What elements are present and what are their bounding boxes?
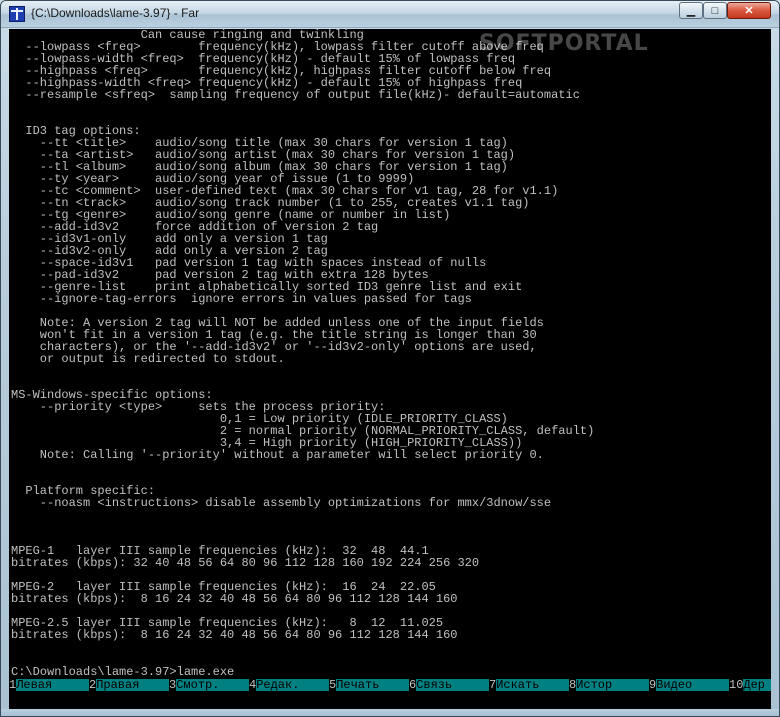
fkey-number: 8 <box>569 678 577 692</box>
fkey-label: Редак. <box>256 679 329 691</box>
close-button[interactable]: ✕ <box>727 2 771 19</box>
fkey-label: Искать <box>496 679 569 691</box>
fkey-number: 5 <box>329 678 337 692</box>
window-bottom-frame <box>1 709 779 716</box>
fkey-label: Видео <box>656 679 729 691</box>
window-title: {C:\Downloads\lame-3.97} - Far <box>31 6 200 20</box>
fkey-number: 4 <box>249 678 257 692</box>
fkey-number: 7 <box>489 678 497 692</box>
fkey-5-button[interactable]: 5 Печать <box>329 679 409 691</box>
fkey-number: 1 <box>9 678 17 692</box>
fkey-label: Левая <box>16 679 89 691</box>
minimize-button[interactable]: ▁ <box>679 2 703 19</box>
title-bar[interactable]: {C:\Downloads\lame-3.97} - Far ▁ □ ✕ <box>1 1 779 28</box>
fkey-2-button[interactable]: 2 Правая <box>89 679 169 691</box>
fkey-3-button[interactable]: 3 Смотр. <box>169 679 249 691</box>
fkey-number: 9 <box>649 678 657 692</box>
fkey-label: Связь <box>416 679 489 691</box>
fkey-number: 2 <box>89 678 97 692</box>
fkey-10-button[interactable]: 10 Дер <box>729 679 771 691</box>
fkey-9-button[interactable]: 9 Видео <box>649 679 729 691</box>
fkey-label: Печать <box>336 679 409 691</box>
fkey-1-button[interactable]: 1 Левая <box>9 679 89 691</box>
command-prompt[interactable]: C:\Downloads\lame-3.97>lame.exe <box>11 666 234 678</box>
console-output: Can cause ringing and twinkling --lowpas… <box>11 29 595 642</box>
fkey-label: Истор <box>576 679 649 691</box>
fkey-number: 10 <box>729 678 744 692</box>
fkey-number: 6 <box>409 678 417 692</box>
far-window: {C:\Downloads\lame-3.97} - Far ▁ □ ✕ Can… <box>0 0 780 717</box>
fkey-7-button[interactable]: 7 Искать <box>489 679 569 691</box>
watermark-logo: SOFTPORTAL <box>479 31 649 56</box>
fkey-number: 3 <box>169 678 177 692</box>
fkey-6-button[interactable]: 6 Связь <box>409 679 489 691</box>
maximize-button[interactable]: □ <box>703 2 727 19</box>
fkey-label: Дер <box>743 679 771 691</box>
far-app-icon[interactable] <box>9 6 25 22</box>
fkey-label: Правая <box>96 679 169 691</box>
console-area[interactable]: Can cause ringing and twinkling --lowpas… <box>9 29 771 709</box>
function-key-bar: 1 Левая 2 Правая 3 Смотр. 4 Редак. 5 Печ… <box>9 679 771 691</box>
fkey-label: Смотр. <box>176 679 249 691</box>
fkey-4-button[interactable]: 4 Редак. <box>249 679 329 691</box>
fkey-8-button[interactable]: 8 Истор <box>569 679 649 691</box>
